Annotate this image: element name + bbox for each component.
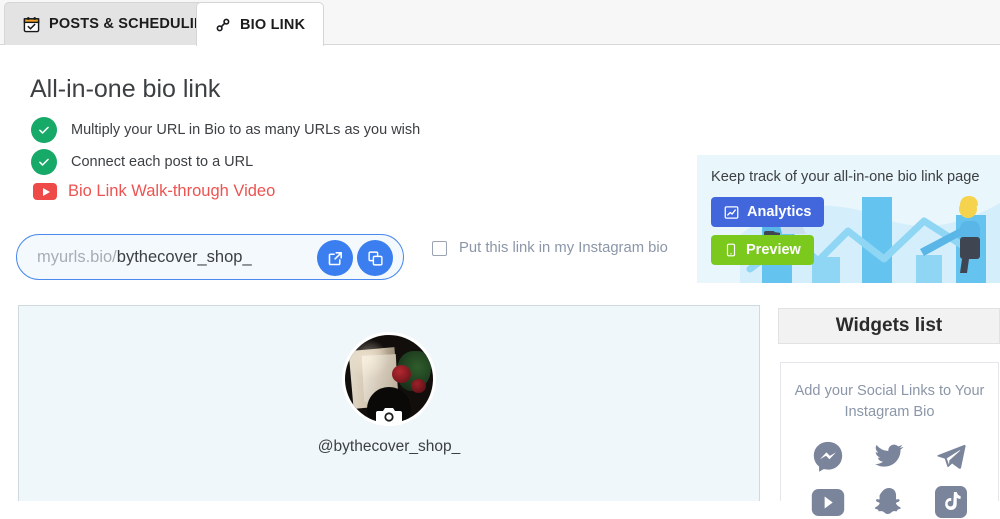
youtube-icon — [33, 183, 57, 200]
analytics-promo-panel: Keep track of your all-in-one bio link p… — [697, 155, 1000, 283]
profile-handle: @bythecover_shop_ — [317, 438, 461, 455]
feature-item: Connect each post to a URL — [31, 149, 253, 175]
video-link-label: Bio Link Walk-through Video — [68, 182, 276, 200]
open-link-button[interactable] — [317, 240, 353, 276]
social-icon-grid — [797, 439, 982, 519]
bio-page-preview-panel: @bythecover_shop_ — [18, 305, 760, 501]
youtube-icon[interactable] — [811, 488, 845, 516]
page-title: All-in-one bio link — [30, 75, 221, 103]
bio-link-url-text: myurls.bio/bythecover_shop_ — [17, 248, 252, 267]
snapchat-icon[interactable] — [873, 485, 905, 519]
feature-item: Multiply your URL in Bio to as many URLs… — [31, 117, 420, 143]
url-prefix: myurls.bio/ — [37, 247, 117, 266]
instagram-bio-checkbox[interactable] — [432, 240, 447, 256]
calendar-check-icon — [23, 16, 40, 33]
promo-title: Keep track of your all-in-one bio link p… — [711, 169, 980, 185]
preview-button-label: Preview — [746, 242, 801, 258]
check-circle-icon — [31, 149, 57, 175]
social-links-widget-title: Add your Social Links to Your Instagram … — [794, 383, 985, 420]
tab-posts-label: POSTS & SCHEDULING — [49, 16, 217, 32]
camera-icon[interactable] — [376, 406, 402, 426]
tab-bio-link-label: BIO LINK — [240, 16, 306, 33]
avatar-photo-light — [349, 339, 389, 379]
tab-bar: POSTS & SCHEDULING BIO LINK — [0, 0, 1000, 47]
link-chain-icon — [215, 17, 231, 33]
check-circle-icon — [31, 117, 57, 143]
instagram-bio-checkbox-row[interactable]: Put this link in my Instagram bio — [432, 240, 668, 256]
chart-line-icon — [724, 205, 739, 220]
instagram-bio-checkbox-label: Put this link in my Instagram bio — [459, 240, 668, 256]
feature-label: Connect each post to a URL — [71, 154, 254, 170]
messenger-icon[interactable] — [811, 439, 845, 473]
preview-button[interactable]: Preview — [711, 235, 814, 265]
analytics-button[interactable]: Analytics — [711, 197, 825, 227]
external-link-icon — [327, 250, 344, 267]
analytics-illustration — [740, 196, 1000, 283]
copy-link-button[interactable] — [357, 240, 393, 276]
tiktok-icon[interactable] — [935, 486, 968, 518]
mobile-phone-icon — [724, 243, 738, 257]
avatar-photo-rose — [411, 379, 426, 393]
copy-icon — [367, 250, 384, 267]
widgets-list-header: Widgets list — [778, 308, 1000, 344]
analytics-button-label: Analytics — [747, 204, 812, 220]
telegram-icon[interactable] — [934, 441, 968, 471]
social-links-widget-card: Add your Social Links to Your Instagram … — [780, 362, 999, 518]
url-slug: bythecover_shop_ — [116, 247, 252, 266]
twitter-icon[interactable] — [872, 441, 906, 471]
tab-bio-link[interactable]: BIO LINK — [196, 2, 325, 47]
feature-label: Multiply your URL in Bio to as many URLs… — [71, 122, 421, 138]
bio-link-url-field[interactable]: myurls.bio/bythecover_shop_ — [16, 234, 404, 280]
avatar-wrapper[interactable] — [342, 332, 436, 426]
avatar-photo-rose — [392, 365, 411, 383]
bio-link-walkthrough-video-link[interactable]: Bio Link Walk-through Video — [33, 182, 275, 201]
